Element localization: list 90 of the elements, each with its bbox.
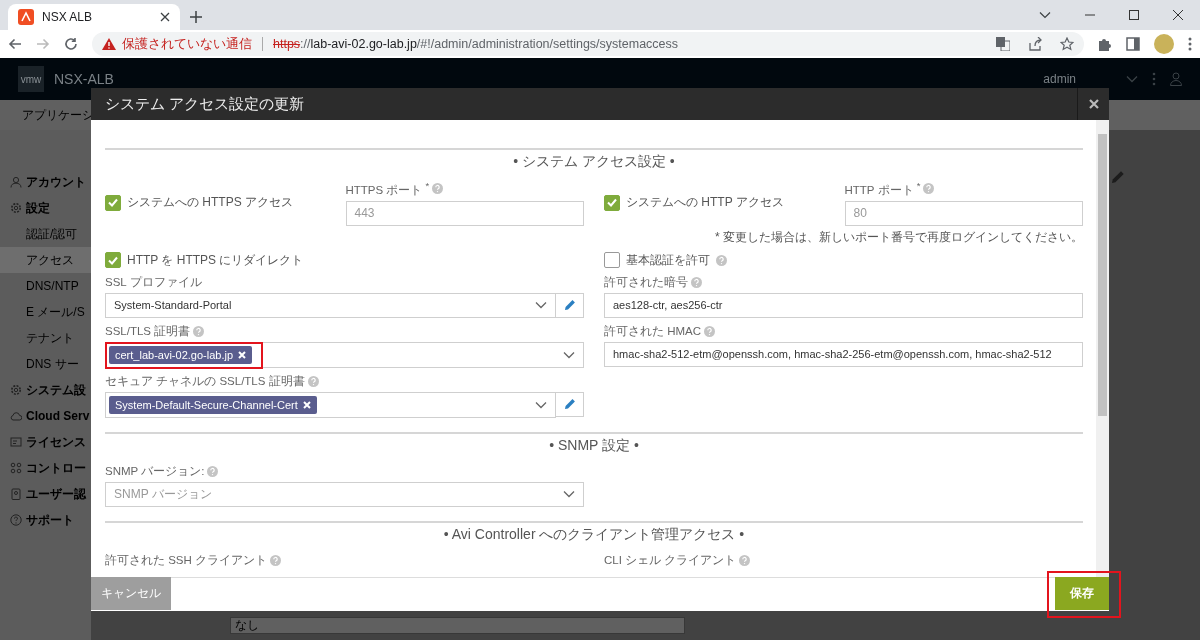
multiselect-field[interactable]: cert_lab-avi-02.go-lab.jp xyxy=(105,341,584,368)
sidebar-item[interactable]: DNS/NTP xyxy=(0,273,91,299)
edit-button[interactable] xyxy=(556,292,584,318)
edit-button[interactable] xyxy=(556,391,584,417)
section-heading: • システム アクセス設定 • xyxy=(105,148,1083,170)
field-label: 許可された HMAC xyxy=(604,323,702,339)
checkbox[interactable] xyxy=(604,252,620,269)
sidebar-item[interactable]: サポート xyxy=(0,507,91,533)
field-label: SSL/TLS 証明書 xyxy=(105,323,191,339)
sidebar-item[interactable]: ユーザー認 xyxy=(0,481,91,507)
dialog-title: システム アクセス設定の更新 xyxy=(104,94,306,114)
close-icon[interactable] xyxy=(160,12,170,22)
select-field[interactable]: System-Standard-Portal xyxy=(105,292,556,318)
sidebar-item[interactable]: DNS サー xyxy=(0,351,91,377)
sidebar-item[interactable]: ライセンス xyxy=(0,429,91,455)
sidebar-item[interactable]: テナント xyxy=(0,325,91,351)
section-heading: • Avi Controller へのクライアント管理アクセス • xyxy=(105,520,1083,543)
new-tab-icon[interactable] xyxy=(190,11,202,23)
product-name: NSX-ALB xyxy=(54,71,114,87)
checkbox-label: HTTP を HTTPS にリダイレクト xyxy=(127,251,304,269)
maximize-icon[interactable] xyxy=(1129,10,1139,20)
chevron-down-icon xyxy=(563,350,575,359)
checkbox[interactable] xyxy=(604,194,620,211)
field-label: HTTPS ポート $^{*}$ xyxy=(345,180,430,198)
sidebar-item[interactable]: 設定 xyxy=(0,195,91,221)
app-favicon-icon xyxy=(18,9,34,25)
sidebar-item[interactable]: アクセス xyxy=(0,247,91,273)
field-label: SNMP バージョン: xyxy=(105,463,205,479)
sidebar-item[interactable]: システム設 xyxy=(0,377,91,403)
puzzle-icon[interactable] xyxy=(1098,37,1112,51)
gear-icon xyxy=(10,384,22,396)
select-field[interactable]: SNMP バージョン xyxy=(105,481,584,507)
close-icon[interactable] xyxy=(1173,10,1183,20)
share-icon[interactable] xyxy=(1028,37,1042,51)
field-label: セキュア チャネルの SSL/TLS 証明書 xyxy=(105,373,305,389)
remove-icon[interactable] xyxy=(238,350,246,359)
pencil-icon xyxy=(563,299,576,312)
input-field[interactable]: aes128-ctr, aes256-ctr xyxy=(604,292,1083,318)
logo: vmw xyxy=(18,66,44,92)
close-icon xyxy=(1088,99,1099,109)
warning-icon xyxy=(102,38,116,50)
cluster-icon xyxy=(10,462,22,474)
side-panel-icon[interactable] xyxy=(1126,37,1140,51)
checkbox-label: 基本認証を許可 xyxy=(626,251,710,269)
certificate-tag[interactable]: System-Default-Secure-Channel-Cert xyxy=(109,395,317,414)
translate-icon[interactable] xyxy=(996,37,1010,51)
url-text: https://lab-avi-02.go-lab.jp/#!/admin/administration/settings/systemaccess xyxy=(273,37,679,51)
input-field[interactable]: なし xyxy=(230,617,685,634)
field-label: 許可された SSH クライアント xyxy=(105,552,268,568)
gear-icon xyxy=(10,202,22,214)
browser-tab[interactable]: NSX ALB xyxy=(8,4,180,30)
sidebar-item[interactable]: E メール/S xyxy=(0,299,91,325)
remove-icon[interactable] xyxy=(302,400,311,409)
note-text: * 変更した場合は、新しいポート番号で再度ログインしてください。 xyxy=(714,228,1083,246)
badge-icon xyxy=(10,488,22,500)
input-field[interactable]: hmac-sha2-512-etm@openssh.com, hmac-sha2-256-etm@openssh.com, hmac-sha2-512 xyxy=(604,341,1083,367)
field-label: SSL プロファイル xyxy=(105,274,202,290)
back-icon[interactable] xyxy=(8,38,22,50)
pencil-icon xyxy=(563,398,576,411)
field-label: HTTP ポート $^{*}$ xyxy=(844,180,921,198)
chevron-down-icon xyxy=(563,490,575,499)
checkbox-label: システムへの HTTP アクセス xyxy=(626,194,784,212)
chevron-down-icon xyxy=(535,400,547,409)
more-icon[interactable] xyxy=(1188,37,1192,51)
cloud-icon xyxy=(10,410,22,422)
sidebar-item[interactable]: コントロー xyxy=(0,455,91,481)
field-label: 許可された暗号 xyxy=(604,274,688,290)
address-bar[interactable]: 保護されていない通信 https://lab-avi-02.go-lab.jp/#!/admin/administration/settings/systemaccess xyxy=(92,32,1084,56)
chevron-down-icon[interactable] xyxy=(1039,11,1051,19)
person-icon xyxy=(10,176,22,188)
sidebar-item[interactable]: アカウント xyxy=(0,169,91,195)
save-button[interactable]: 保存 xyxy=(1055,577,1109,610)
section-heading: • SNMP 設定 • xyxy=(105,431,1083,454)
sidebar-item[interactable]: Cloud Serv xyxy=(0,403,91,429)
checkbox-label: システムへの HTTPS アクセス xyxy=(127,194,293,212)
chevron-down-icon xyxy=(535,301,547,310)
user-name[interactable]: admin xyxy=(1043,72,1076,86)
license-icon xyxy=(10,436,22,448)
sidebar-item[interactable]: 認証/認可 xyxy=(0,221,91,247)
multiselect-field[interactable]: System-Default-Secure-Channel-Cert xyxy=(105,391,556,418)
scrollbar[interactable] xyxy=(1096,120,1109,577)
security-warning[interactable]: 保護されていない通信 xyxy=(122,35,252,53)
checkbox[interactable] xyxy=(105,252,121,269)
field-label: CLI シェル クライアント xyxy=(604,552,737,568)
reload-icon[interactable] xyxy=(64,37,78,51)
certificate-tag[interactable]: cert_lab-avi-02.go-lab.jp xyxy=(109,345,252,364)
cancel-button[interactable]: キャンセル xyxy=(91,577,171,610)
help-icon xyxy=(10,514,22,526)
checkbox[interactable] xyxy=(105,194,121,211)
star-icon[interactable] xyxy=(1060,37,1074,51)
